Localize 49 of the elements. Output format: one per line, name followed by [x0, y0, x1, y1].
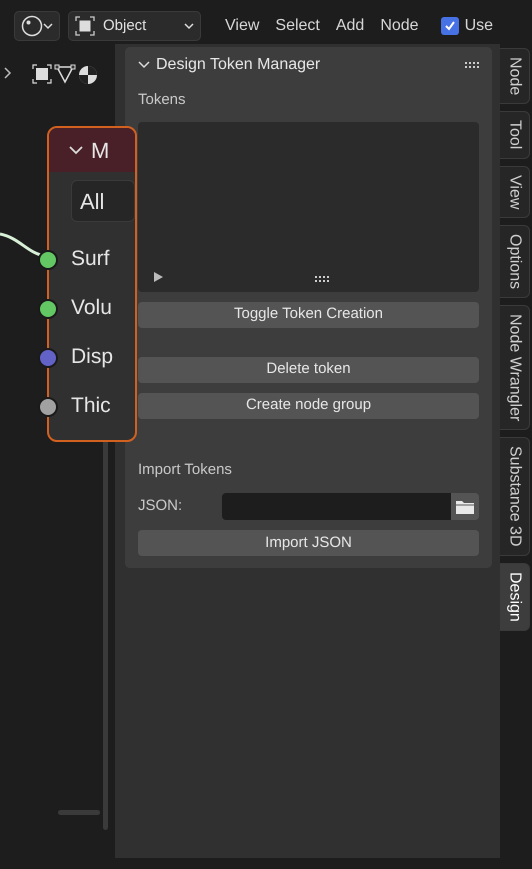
json-path-field[interactable] [222, 493, 451, 520]
menu-item[interactable]: View [217, 14, 268, 38]
menu-item[interactable]: Node [372, 14, 427, 38]
panel-title: Design Token Manager [156, 55, 322, 75]
action-button[interactable]: Create node group [138, 392, 479, 418]
node-title: M [91, 136, 110, 164]
collapse-chevron-icon[interactable] [69, 145, 83, 155]
checkbox-label: Use [464, 16, 494, 36]
sidebar-tab[interactable]: Options [500, 225, 530, 298]
expand-triangle-icon[interactable] [154, 272, 163, 282]
checkmark-icon [444, 20, 456, 32]
folder-icon [455, 498, 475, 514]
grip-icon[interactable] [465, 62, 479, 68]
folder-button[interactable] [451, 493, 479, 520]
section-label: Import Tokens [138, 460, 233, 480]
sphere-icon [21, 15, 43, 37]
field-label: JSON: [138, 496, 184, 516]
sidebar-tab[interactable]: Substance 3D [500, 437, 530, 556]
mode-dropdown[interactable]: Object [68, 11, 201, 41]
socket-dot[interactable] [38, 348, 58, 368]
grip-icon[interactable] [315, 276, 329, 282]
selection-tools-drawing[interactable] [32, 64, 98, 86]
toggle-token-button[interactable]: Toggle Token Creation [138, 302, 479, 328]
socket-label: Thic [71, 393, 111, 419]
caret-icon [43, 21, 53, 31]
menu-item[interactable]: Add [328, 14, 372, 38]
collapse-chevron-icon[interactable] [138, 61, 150, 69]
action-button[interactable]: Delete token [138, 356, 479, 382]
object-mode-icon [75, 16, 95, 36]
sidebar-tab[interactable]: Tool [500, 111, 530, 159]
socket-dot[interactable] [38, 397, 58, 417]
use-nodes-checkbox[interactable] [440, 17, 459, 35]
socket-label: Volu [71, 295, 112, 321]
scrollbar[interactable] [58, 810, 100, 815]
socket-dot[interactable] [38, 299, 58, 319]
menu-item[interactable]: Select [267, 14, 328, 38]
sidebar-tab[interactable]: View [500, 166, 530, 218]
socket-label: Surf [71, 246, 110, 272]
caret-icon [184, 21, 194, 31]
shading-dropdown[interactable] [14, 11, 60, 41]
expand-chevron-icon[interactable] [4, 67, 12, 79]
socket-label: Disp [71, 344, 114, 370]
section-label: Tokens [138, 90, 187, 110]
sidebar-tab[interactable]: Node [500, 48, 530, 104]
sidebar-tab[interactable]: Design [500, 562, 530, 631]
socket-dot[interactable] [38, 250, 58, 270]
node-dropdown[interactable]: All [71, 180, 135, 222]
sidebar-tab[interactable]: Node Wrangler [500, 305, 530, 430]
import-button[interactable]: Import JSON [138, 530, 479, 556]
